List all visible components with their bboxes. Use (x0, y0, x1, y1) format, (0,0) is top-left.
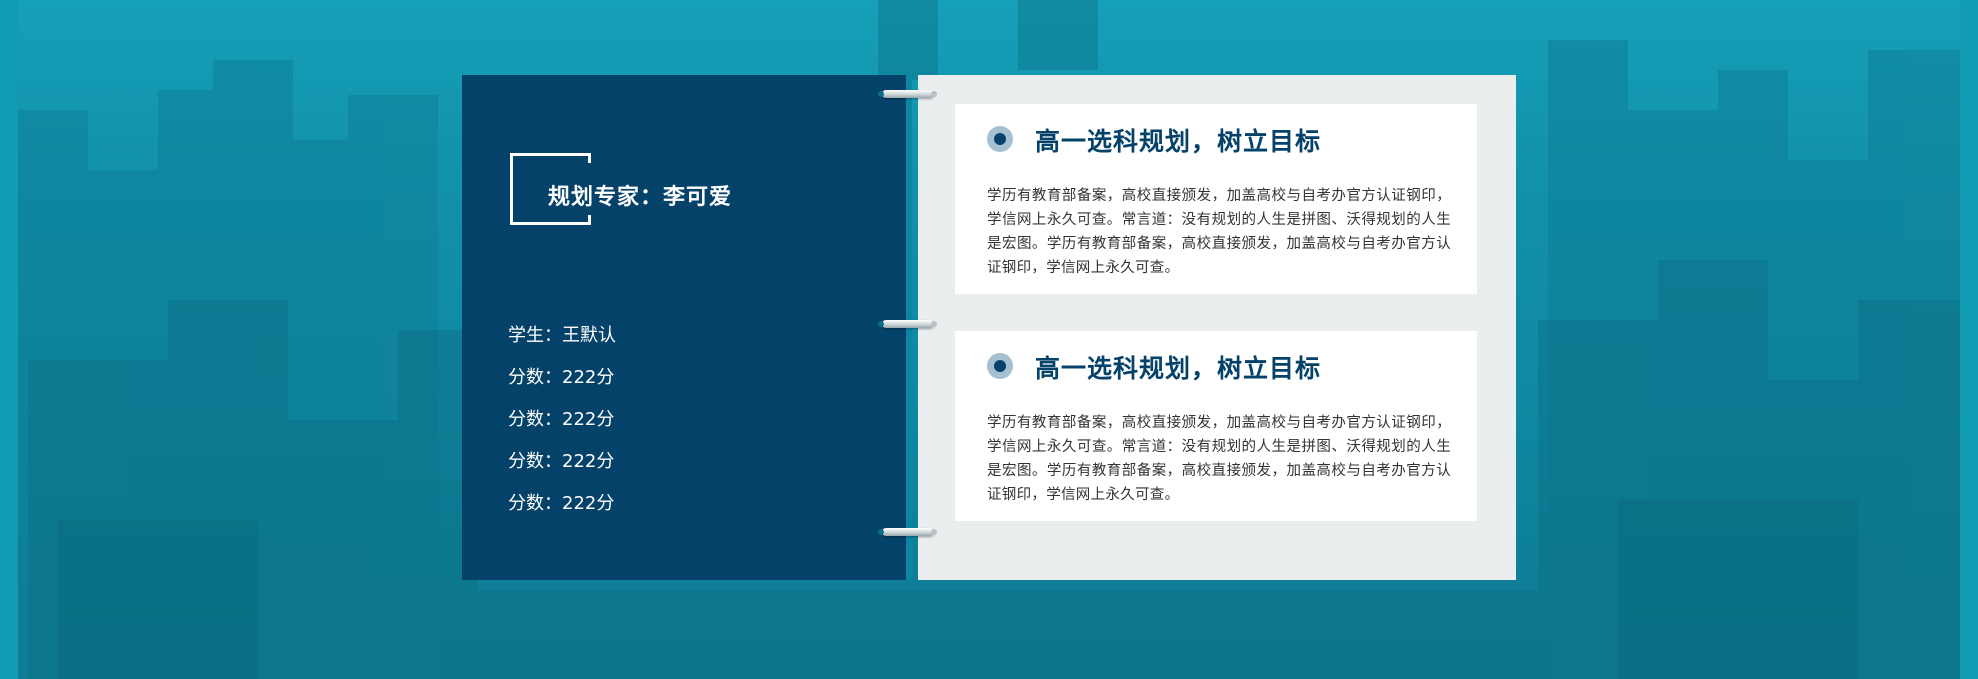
section-card: 高一选科规划，树立目标 学历有教育部备案，高校直接颁发，加盖高校与自考办官方认证… (955, 331, 1477, 521)
student-info-list: 学生：王默认 分数：222分 分数：222分 分数：222分 分数：222分 (508, 315, 616, 525)
section-body: 学历有教育部备案，高校直接颁发，加盖高校与自考办官方认证钢印，学信网上永久可查。… (987, 188, 1451, 276)
right-edge-strip (1960, 0, 1978, 679)
planning-card: 规划专家：李可爱 学生：王默认 分数：222分 分数：222分 分数：222分 … (462, 75, 1516, 580)
binder-ring-icon (878, 528, 937, 536)
section-title: 高一选科规划，树立目标 (1035, 354, 1322, 383)
section-card: 高一选科规划，树立目标 学历有教育部备案，高校直接颁发，加盖高校与自考办官方认证… (955, 104, 1477, 294)
expert-panel: 规划专家：李可爱 学生：王默认 分数：222分 分数：222分 分数：222分 … (462, 75, 912, 580)
circle-dot-icon (987, 353, 1013, 379)
expert-title: 规划专家：李可爱 (548, 185, 733, 210)
binder-ring-icon (878, 90, 937, 98)
circle-dot-icon (987, 126, 1013, 152)
binder-ring-icon (878, 320, 937, 328)
score-item: 分数：222分 (508, 409, 615, 430)
section-body: 学历有教育部备案，高校直接颁发，加盖高校与自考办官方认证钢印，学信网上永久可查。… (987, 415, 1451, 503)
student-name: 学生：王默认 (508, 325, 616, 346)
score-item: 分数：222分 (508, 367, 615, 388)
section-title: 高一选科规划，树立目标 (1035, 127, 1322, 156)
score-item: 分数：222分 (508, 493, 615, 514)
left-edge-strip (0, 0, 18, 679)
score-item: 分数：222分 (508, 451, 615, 472)
